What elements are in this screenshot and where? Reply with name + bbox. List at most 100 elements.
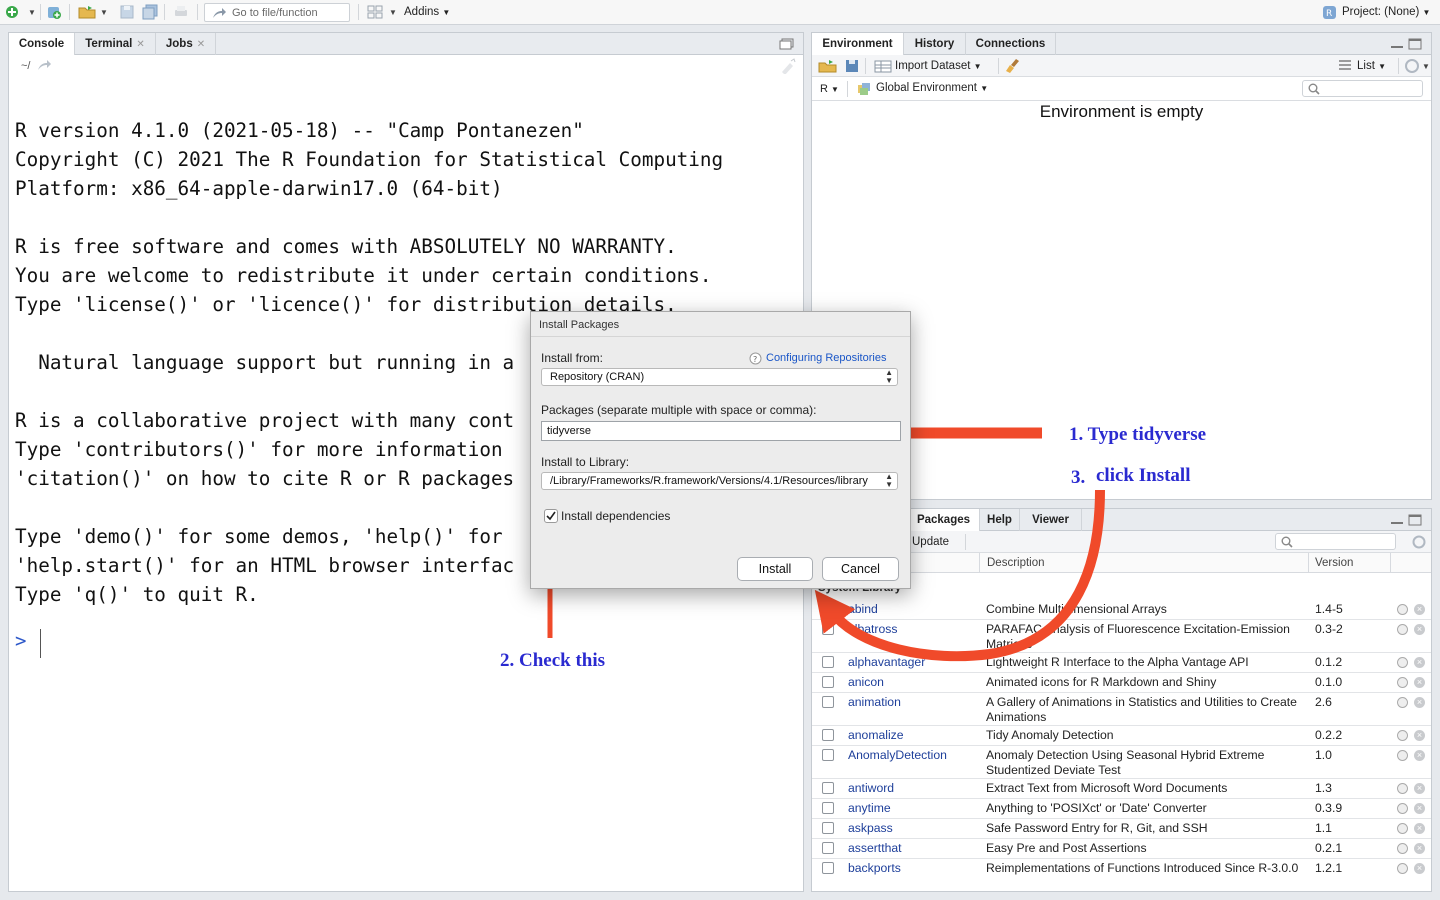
save-workspace-icon[interactable] — [845, 59, 859, 73]
load-workspace-icon[interactable] — [818, 58, 838, 74]
package-load-checkbox[interactable] — [822, 676, 834, 688]
package-load-checkbox[interactable] — [822, 842, 834, 854]
remove-icon[interactable]: × — [1414, 750, 1425, 761]
package-name-link[interactable]: animation — [848, 695, 901, 709]
globe-icon[interactable] — [1397, 697, 1408, 708]
package-name-link[interactable]: alphavantager — [848, 655, 925, 669]
package-name-link[interactable]: anytime — [848, 801, 891, 815]
remove-icon[interactable]: × — [1414, 604, 1425, 615]
install-button[interactable]: Install — [737, 557, 813, 581]
remove-icon[interactable]: × — [1414, 863, 1425, 874]
globe-icon[interactable] — [1397, 823, 1408, 834]
remove-icon[interactable]: × — [1414, 783, 1425, 794]
globe-icon[interactable] — [1397, 730, 1408, 741]
package-name-link[interactable]: assertthat — [848, 841, 902, 855]
install-dependencies-label[interactable]: Install dependencies — [561, 509, 670, 523]
addins-menu[interactable]: Addins ▼ — [404, 6, 450, 18]
package-name-link[interactable]: backports — [848, 861, 901, 875]
globe-icon[interactable] — [1397, 863, 1408, 874]
save-all-icon[interactable] — [142, 4, 158, 20]
tab-environment[interactable]: Environment — [812, 33, 904, 56]
close-icon[interactable]: ✕ — [136, 39, 144, 50]
globe-icon[interactable] — [1397, 783, 1408, 794]
cancel-button[interactable]: Cancel — [822, 557, 899, 581]
new-project-icon[interactable] — [46, 4, 62, 20]
import-dataset-menu[interactable]: Import Dataset ▼ — [895, 60, 982, 72]
package-name-link[interactable]: AnomalyDetection — [848, 748, 947, 762]
package-load-checkbox[interactable] — [822, 782, 834, 794]
refresh-icon[interactable] — [1412, 535, 1426, 549]
tab-packages[interactable]: Packages — [908, 509, 980, 532]
remove-icon[interactable]: × — [1414, 677, 1425, 688]
clear-console-icon[interactable] — [779, 58, 797, 74]
save-icon[interactable] — [119, 4, 135, 20]
chevron-down-icon[interactable]: ▼ — [389, 8, 397, 17]
tab-connections[interactable]: Connections — [966, 33, 1056, 55]
help-icon[interactable]: ? — [749, 352, 762, 365]
remove-icon[interactable]: × — [1414, 624, 1425, 635]
open-folder-icon[interactable] — [78, 4, 96, 20]
package-load-checkbox[interactable] — [822, 656, 834, 668]
package-load-checkbox[interactable] — [822, 696, 834, 708]
globe-icon[interactable] — [1397, 657, 1408, 668]
environment-search-input[interactable] — [1302, 80, 1423, 97]
package-load-checkbox[interactable] — [822, 729, 834, 741]
print-icon[interactable] — [173, 4, 189, 20]
console-prompt[interactable]: > — [15, 630, 26, 652]
column-header-version[interactable]: Version — [1315, 557, 1353, 569]
tab-help[interactable]: Help — [980, 509, 1020, 531]
globe-icon[interactable] — [1397, 803, 1408, 814]
package-name-link[interactable]: albatross — [848, 622, 897, 636]
chevron-down-icon[interactable]: ▼ — [28, 8, 36, 17]
project-menu[interactable]: Project: (None) ▼ — [1342, 6, 1430, 18]
grid-layout-icon[interactable] — [367, 4, 383, 20]
globe-icon[interactable] — [1397, 843, 1408, 854]
install-dependencies-checkbox[interactable] — [544, 509, 558, 523]
minimize-maximize-icon[interactable] — [1390, 514, 1422, 526]
remove-icon[interactable]: × — [1414, 843, 1425, 854]
tab-history[interactable]: History — [904, 33, 966, 55]
package-name-link[interactable]: anomalize — [848, 728, 904, 742]
refresh-icon[interactable]: ▼ — [1404, 58, 1430, 74]
new-file-icon[interactable] — [4, 4, 20, 20]
package-load-checkbox[interactable] — [822, 749, 834, 761]
go-to-file-input[interactable]: Go to file/function — [204, 3, 350, 22]
go-to-directory-icon[interactable] — [37, 59, 51, 71]
remove-icon[interactable]: × — [1414, 823, 1425, 834]
globe-icon[interactable] — [1397, 677, 1408, 688]
library-select[interactable]: /Library/Frameworks/R.framework/Versions… — [541, 472, 898, 490]
package-name-link[interactable]: askpass — [848, 821, 893, 835]
remove-icon[interactable]: × — [1414, 730, 1425, 741]
package-load-checkbox[interactable] — [822, 623, 834, 635]
tab-terminal[interactable]: Terminal ✕ — [75, 33, 156, 55]
install-from-select[interactable]: Repository (CRAN) ▲ ▼ — [541, 368, 898, 386]
package-load-checkbox[interactable] — [822, 603, 834, 615]
remove-icon[interactable]: × — [1414, 657, 1425, 668]
package-load-checkbox[interactable] — [822, 862, 834, 874]
chevron-down-icon[interactable]: ▼ — [100, 8, 108, 17]
remove-icon[interactable]: × — [1414, 697, 1425, 708]
globe-icon[interactable] — [1397, 750, 1408, 761]
package-load-checkbox[interactable] — [822, 802, 834, 814]
package-load-checkbox[interactable] — [822, 822, 834, 834]
package-name-link[interactable]: anicon — [848, 675, 884, 689]
package-name-link[interactable]: antiword — [848, 781, 894, 795]
remove-icon[interactable]: × — [1414, 803, 1425, 814]
package-name-link[interactable]: abind — [848, 602, 878, 616]
packages-search-input[interactable] — [1275, 533, 1396, 550]
restore-pane-icon[interactable] — [779, 38, 809, 50]
globe-icon[interactable] — [1397, 624, 1408, 635]
language-menu[interactable]: R ▼ — [820, 83, 839, 95]
tab-jobs[interactable]: Jobs ✕ — [156, 33, 216, 55]
view-mode-menu[interactable]: List ▼ — [1357, 60, 1386, 72]
close-icon[interactable]: ✕ — [197, 39, 205, 50]
tab-console[interactable]: Console — [9, 33, 75, 56]
packages-input[interactable]: tidyverse — [541, 421, 901, 441]
broom-icon[interactable] — [1005, 58, 1021, 74]
tab-viewer[interactable]: Viewer — [1020, 509, 1082, 531]
column-header-description[interactable]: Description — [987, 557, 1045, 569]
globe-icon[interactable] — [1397, 604, 1408, 615]
environment-scope-menu[interactable]: Global Environment ▼ — [876, 82, 988, 94]
configuring-repositories-link[interactable]: Configuring Repositories — [766, 352, 886, 364]
minimize-maximize-icon[interactable] — [1390, 38, 1422, 50]
